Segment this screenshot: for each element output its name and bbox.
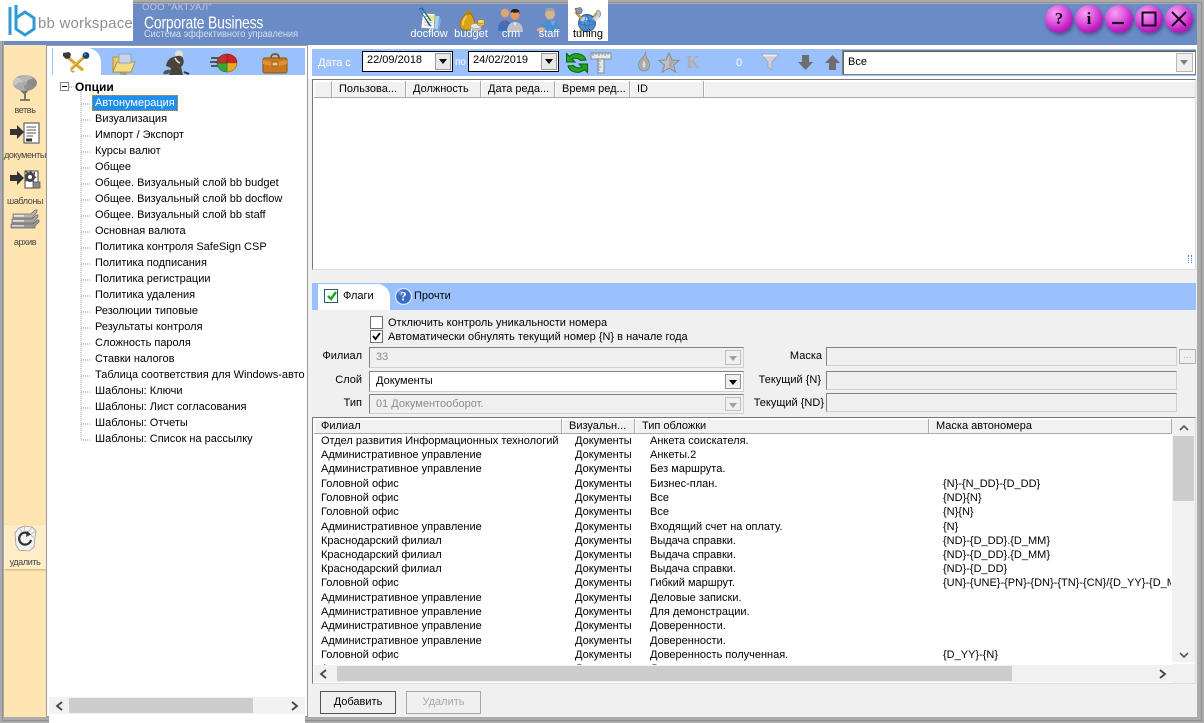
svg-text:?: ? bbox=[400, 290, 406, 304]
